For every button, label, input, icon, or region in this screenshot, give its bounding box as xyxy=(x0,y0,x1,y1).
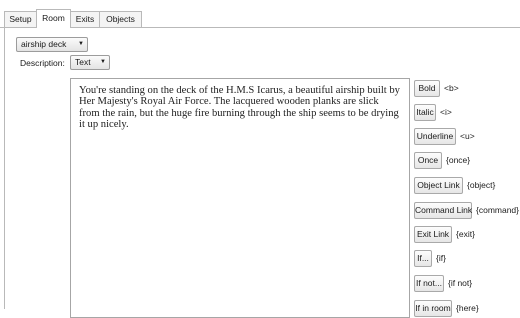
tab-exits[interactable]: Exits xyxy=(70,11,100,27)
description-textarea[interactable]: You're standing on the deck of the H.M.S… xyxy=(70,78,410,318)
command-link-button[interactable]: Command Link xyxy=(414,202,472,219)
object-link-tag: {object} xyxy=(467,180,496,190)
description-mode-select[interactable]: Text ▼ xyxy=(70,55,110,70)
chevron-down-icon: ▼ xyxy=(100,59,106,65)
if-button[interactable]: If... xyxy=(414,250,432,267)
description-text: You're standing on the deck of the H.M.S… xyxy=(79,85,400,131)
once-button[interactable]: Once xyxy=(414,152,442,169)
tab-setup[interactable]: Setup xyxy=(4,11,37,27)
if-not-tag: {if not} xyxy=(448,278,473,288)
room-select[interactable]: airship deck ▼ xyxy=(16,37,88,52)
description-mode-value: Text xyxy=(75,57,91,67)
exit-link-button[interactable]: Exit Link xyxy=(414,226,452,243)
chevron-down-icon: ▼ xyxy=(78,41,84,47)
room-select-value: airship deck xyxy=(21,39,67,49)
exit-link-tag: {exit} xyxy=(456,229,475,239)
bold-button[interactable]: Bold xyxy=(414,80,440,97)
tab-objects[interactable]: Objects xyxy=(99,11,142,27)
object-link-button[interactable]: Object Link xyxy=(414,177,463,194)
tab-room[interactable]: Room xyxy=(36,9,71,28)
underline-tag: <u> xyxy=(460,131,475,141)
if-tag: {if} xyxy=(436,253,446,263)
if-not-button[interactable]: If not... xyxy=(414,275,444,292)
description-label: Description: xyxy=(20,58,65,68)
command-link-tag: {command} xyxy=(476,205,519,215)
italic-tag: <i> xyxy=(440,107,452,117)
underline-button[interactable]: Underline xyxy=(414,128,456,145)
tab-strip: Setup Room Exits Objects xyxy=(0,0,520,28)
italic-button[interactable]: Italic xyxy=(414,104,436,121)
bold-tag: <b> xyxy=(444,83,459,93)
once-tag: {once} xyxy=(446,155,471,165)
